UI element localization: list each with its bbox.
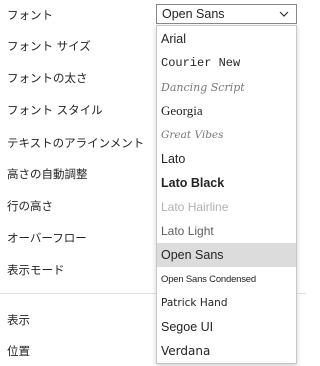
font-option-dancing-script[interactable]: Dancing Script — [157, 75, 296, 99]
option-label: Open Sans Condensed — [161, 273, 256, 285]
font-select[interactable]: Open Sans — [156, 4, 297, 24]
chevron-down-icon[interactable] — [277, 7, 291, 21]
option-label: Lato Hairline — [161, 200, 229, 214]
font-option-arial[interactable]: Arial — [157, 27, 296, 51]
option-label: Georgia — [161, 103, 203, 118]
font-option-courier-new[interactable]: Courier New — [157, 51, 296, 75]
label-font: フォント — [7, 8, 53, 22]
font-option-lato[interactable]: Lato — [157, 147, 296, 171]
label-font-weight: フォントの太さ — [7, 71, 88, 85]
font-option-open-sans-condensed[interactable]: Open Sans Condensed — [157, 267, 296, 291]
option-label: Great Vibes — [161, 129, 224, 141]
label-auto-height: 高さの自動調整 — [7, 167, 88, 181]
option-label: Verdana — [161, 344, 211, 358]
option-label: Open Sans — [161, 248, 224, 262]
font-option-lato-black[interactable]: Lato Black — [157, 171, 296, 195]
font-option-lato-light[interactable]: Lato Light — [157, 219, 296, 243]
option-label: Dancing Script — [161, 80, 245, 94]
label-line-height: 行の高さ — [7, 199, 53, 213]
option-label: Lato Light — [161, 224, 214, 238]
font-option-georgia[interactable]: Georgia — [157, 99, 296, 123]
option-label: Lato — [161, 152, 186, 166]
option-label: Arial — [161, 32, 187, 46]
font-select-value: Open Sans — [162, 7, 225, 21]
font-option-open-sans[interactable]: Open Sans — [157, 243, 296, 267]
label-position: 位置 — [7, 344, 30, 358]
font-option-lato-hairline[interactable]: Lato Hairline — [157, 195, 296, 219]
font-option-great-vibes[interactable]: Great Vibes — [157, 123, 296, 147]
option-label: Courier New — [161, 56, 241, 70]
option-label: Patrick Hand — [161, 297, 228, 309]
font-option-patrick-hand[interactable]: Patrick Hand — [157, 291, 296, 315]
font-dropdown-list: Arial Courier New Dancing Script Georgia… — [156, 25, 297, 364]
option-label: Segoe UI — [161, 320, 214, 334]
font-option-segoe-ui[interactable]: Segoe UI — [157, 315, 296, 339]
option-label: Lato Black — [161, 176, 225, 190]
label-visible: 表示 — [7, 313, 30, 327]
label-display-mode: 表示モード — [7, 263, 65, 277]
label-overflow: オーバーフロー — [7, 231, 87, 245]
font-option-verdana[interactable]: Verdana — [157, 339, 296, 363]
label-font-style: フォント スタイル — [7, 103, 103, 117]
label-text-alignment: テキストのアラインメント — [7, 136, 145, 150]
label-font-size: フォント サイズ — [7, 39, 91, 53]
